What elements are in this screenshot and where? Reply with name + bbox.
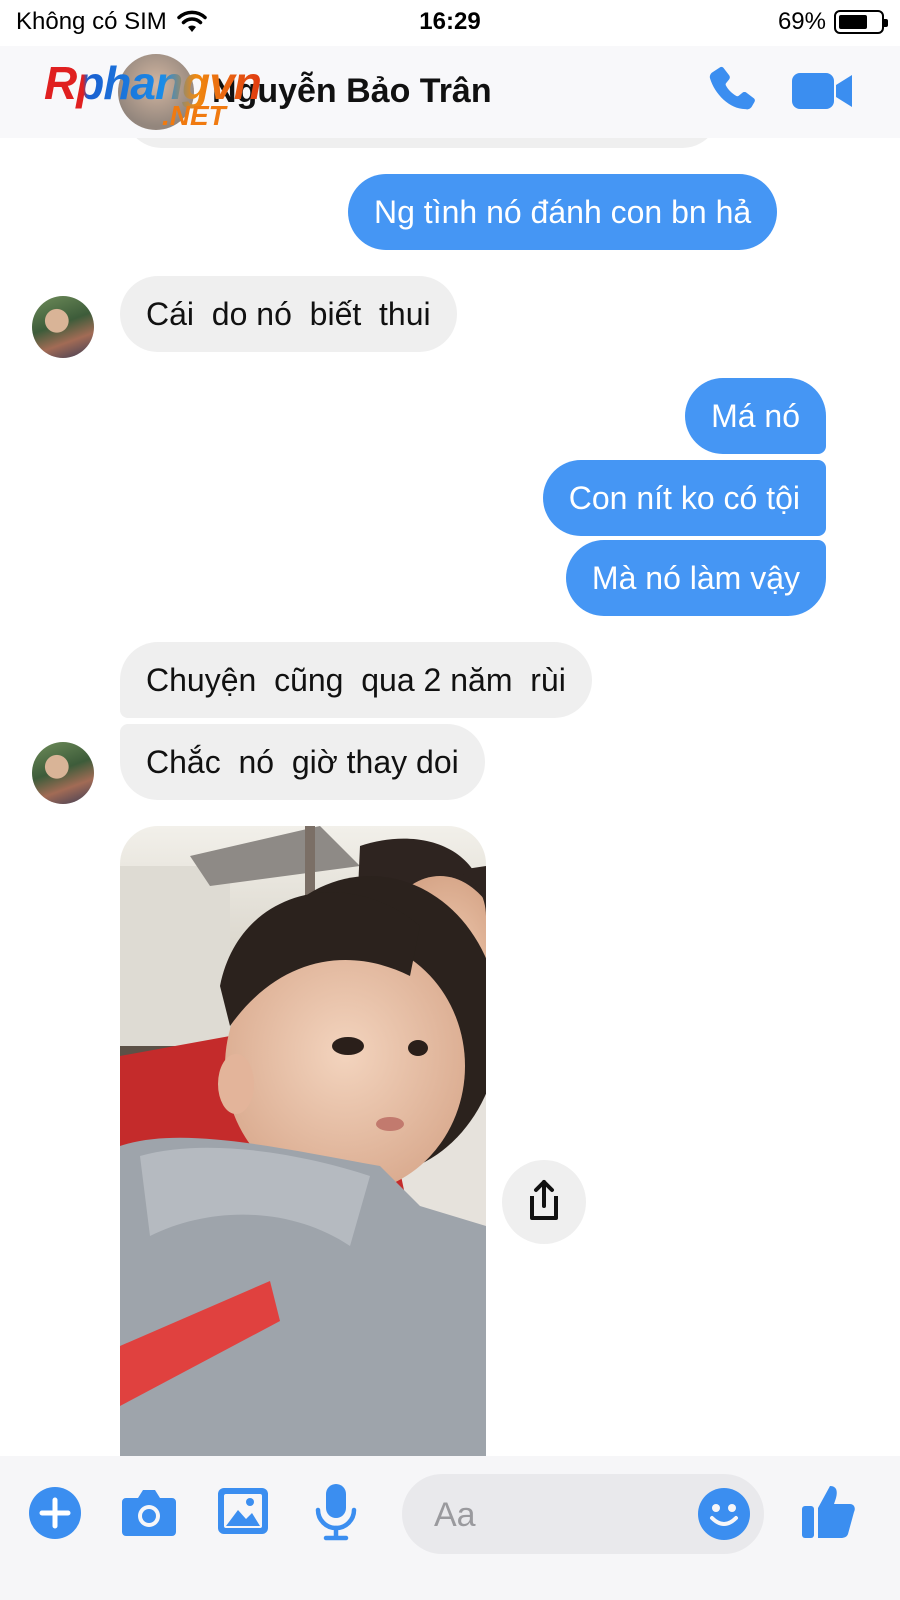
plus-icon[interactable] [28,1486,82,1540]
thumbs-up-icon[interactable] [800,1482,856,1540]
composer-bar: Aa [0,1456,900,1600]
camera-icon[interactable] [120,1486,178,1538]
gallery-icon[interactable] [216,1486,270,1536]
microphone-icon[interactable] [314,1482,358,1542]
message-text: Con nít ko có tội [568,480,800,516]
battery-icon [834,10,888,34]
watermark-sub-text: .NET [162,100,226,131]
message-text: Ng tình nó đánh con bn hả [374,194,752,230]
message-text: Chắc nó giờ thay doi [146,744,459,780]
message-outgoing[interactable]: Con nít ko có tội [542,460,826,536]
message-outgoing[interactable]: Mà nó làm vậy [565,540,826,616]
share-button[interactable] [502,1160,586,1244]
message-outgoing[interactable]: Má nó [685,378,826,454]
watermark-main-text: Rphangvn [44,57,262,109]
sender-avatar[interactable] [32,296,94,358]
message-outgoing[interactable]: Ng tình nó đánh con bn hả [348,174,778,250]
message-text: Cái do nó biết thui [146,296,431,332]
watermark-logo: Rphangvn .NET [44,56,324,136]
emoji-icon[interactable] [696,1486,752,1542]
message-incoming[interactable]: Chuyện cũng qua 2 năm rùi [120,642,592,718]
video-call-icon[interactable] [790,68,854,114]
conversation-header: Nguyễn Bảo Trân Rphangvn .NET [0,46,900,138]
battery-level-fill [839,15,867,29]
message-input[interactable]: Aa [402,1474,764,1554]
message-input-placeholder: Aa [434,1496,476,1534]
message-text: Chuyện cũng qua 2 năm rùi [146,662,566,698]
sender-avatar[interactable] [32,742,94,804]
share-icon [530,1180,558,1220]
status-bar: Không có SIM 16:29 69% [0,0,900,46]
message-text: Mà nó làm vậy [591,560,800,596]
photo-child-image [120,826,486,1462]
message-incoming[interactable]: Cái do nó biết thui [120,276,457,352]
message-text: Má nó [711,398,800,434]
photo-message[interactable] [120,826,486,1462]
battery-percent: 69% [777,8,826,35]
phone-call-icon[interactable] [704,62,762,120]
clock: 16:29 [419,8,481,35]
message-incoming[interactable]: Chắc nó giờ thay doi [120,724,485,800]
battery-group: 69% [777,8,888,36]
